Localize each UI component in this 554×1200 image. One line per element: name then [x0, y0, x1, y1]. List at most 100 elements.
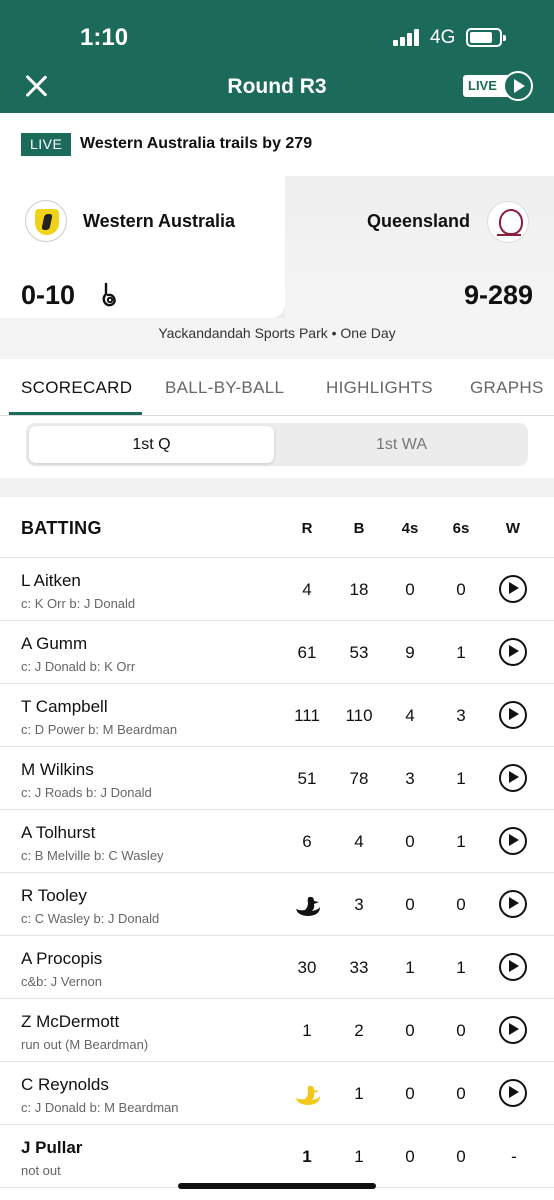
col-sixes: 6s [452, 520, 470, 537]
cell-sixes: 1 [456, 769, 466, 788]
cell-sixes: 0 [456, 1021, 466, 1040]
dismissal-text: not out [21, 1163, 61, 1178]
cell-runs: 4 [302, 580, 312, 599]
status-bar: 1:10 4G [0, 0, 554, 60]
home-team-score: 0-10 [21, 280, 76, 310]
cell-sixes: 0 [456, 895, 466, 914]
cell-fours: 3 [405, 769, 415, 788]
cell-wicket: - [511, 1147, 517, 1166]
batter-name: M Wilkins [21, 760, 94, 779]
batter-name: A Tolhurst [21, 823, 96, 842]
divider [0, 809, 554, 810]
cell-fours: 9 [405, 643, 415, 662]
divider [0, 998, 554, 999]
cell-runs: 30 [297, 958, 317, 977]
cell-balls: 1 [354, 1147, 364, 1166]
cell-fours: 0 [405, 580, 415, 599]
bat-icon [102, 282, 116, 307]
play-icon[interactable] [499, 890, 527, 918]
away-team-name: Queensland [366, 211, 470, 231]
cell-balls: 3 [354, 895, 364, 914]
cell-fours: 0 [405, 1084, 415, 1103]
dismissal-text: c: K Orr b: J Donald [21, 596, 136, 611]
col-balls: B [353, 520, 365, 537]
col-fours: 4s [401, 520, 419, 537]
cell-fours: 0 [405, 1147, 415, 1166]
cell-balls: 110 [345, 706, 373, 725]
play-icon[interactable] [499, 764, 527, 792]
dismissal-text: c: J Donald b: K Orr [21, 659, 136, 674]
batter-name: C Reynolds [21, 1075, 109, 1094]
cell-runs: 1 [302, 1147, 312, 1166]
divider [0, 1061, 554, 1062]
divider [0, 683, 554, 684]
batting-heading: BATTING [21, 518, 102, 538]
cell-fours: 1 [405, 958, 415, 977]
play-icon[interactable] [499, 638, 527, 666]
queensland-logo [487, 201, 529, 243]
battery-icon [466, 28, 506, 47]
cell-balls: 4 [354, 832, 364, 851]
play-icon[interactable] [499, 953, 527, 981]
tab-graphs[interactable]: GRAPHS [470, 378, 544, 398]
status-time: 1:10 [80, 24, 129, 51]
col-runs: R [301, 520, 313, 537]
tab-scorecard[interactable]: SCORECARD [21, 378, 132, 398]
cell-sixes: 0 [456, 1147, 466, 1166]
duck-icon [296, 1085, 320, 1105]
play-icon[interactable] [499, 1079, 527, 1107]
western-australia-logo [25, 200, 67, 242]
divider [0, 620, 554, 621]
network-type: 4G [430, 27, 456, 48]
live-badge: LIVE [21, 133, 72, 156]
cell-fours: 0 [405, 895, 415, 914]
home-team-name: Western Australia [83, 211, 236, 231]
tab-highlights[interactable]: HIGHLIGHTS [326, 378, 433, 398]
cell-runs: 51 [297, 769, 317, 788]
away-team-score: 9-289 [463, 280, 533, 310]
play-icon[interactable] [499, 1016, 527, 1044]
dismissal-text: c: J Roads b: J Donald [21, 785, 152, 800]
cell-runs: 6 [302, 832, 312, 851]
divider [0, 746, 554, 747]
duck-icon [296, 896, 320, 916]
cell-balls: 78 [349, 769, 369, 788]
live-play-icon [503, 71, 533, 101]
cell-balls: 18 [349, 580, 369, 599]
batter-name: Z McDermott [21, 1012, 120, 1031]
cell-sixes: 1 [456, 643, 466, 662]
innings-option-1st-wa[interactable]: 1st WA [275, 436, 528, 454]
cell-sixes: 0 [456, 580, 466, 599]
live-button[interactable]: LIVE [463, 71, 533, 101]
cell-balls: 53 [349, 643, 369, 662]
innings-option-1st-q[interactable]: 1st Q [29, 436, 274, 454]
batter-name: A Procopis [21, 949, 103, 968]
cell-runs: 111 [294, 706, 320, 725]
cell-runs: 1 [302, 1021, 312, 1040]
signal-icon [393, 28, 421, 46]
app-header: 1:10 4G Round R3 LIVE [0, 0, 554, 113]
cell-sixes: 1 [456, 832, 466, 851]
cell-sixes: 3 [456, 706, 466, 725]
divider [0, 872, 554, 873]
tab-ball-by-ball[interactable]: BALL-BY-BALL [165, 378, 284, 398]
play-icon[interactable] [499, 827, 527, 855]
batter-name: R Tooley [21, 886, 87, 905]
cell-runs: 61 [297, 643, 317, 662]
cell-balls: 2 [354, 1021, 364, 1040]
batter-name: T Campbell [21, 697, 108, 716]
divider [0, 1124, 554, 1125]
batter-name: J Pullar [21, 1138, 83, 1157]
play-icon[interactable] [499, 701, 527, 729]
batter-name: L Aitken [21, 571, 81, 590]
dismissal-text: c: J Donald b: M Beardman [21, 1100, 179, 1115]
play-icon[interactable] [499, 575, 527, 603]
dismissal-text: run out (M Beardman) [21, 1037, 149, 1052]
tab-active-indicator [9, 412, 142, 415]
divider [0, 557, 554, 558]
dismissal-text: c: C Wasley b: J Donald [21, 911, 160, 926]
cell-balls: 1 [354, 1084, 364, 1103]
dismissal-text: c: B Melville b: C Wasley [21, 848, 164, 863]
venue-text: Yackandandah Sports Park • One Day [158, 325, 396, 341]
dismissal-text: c&b: J Vernon [21, 974, 102, 989]
